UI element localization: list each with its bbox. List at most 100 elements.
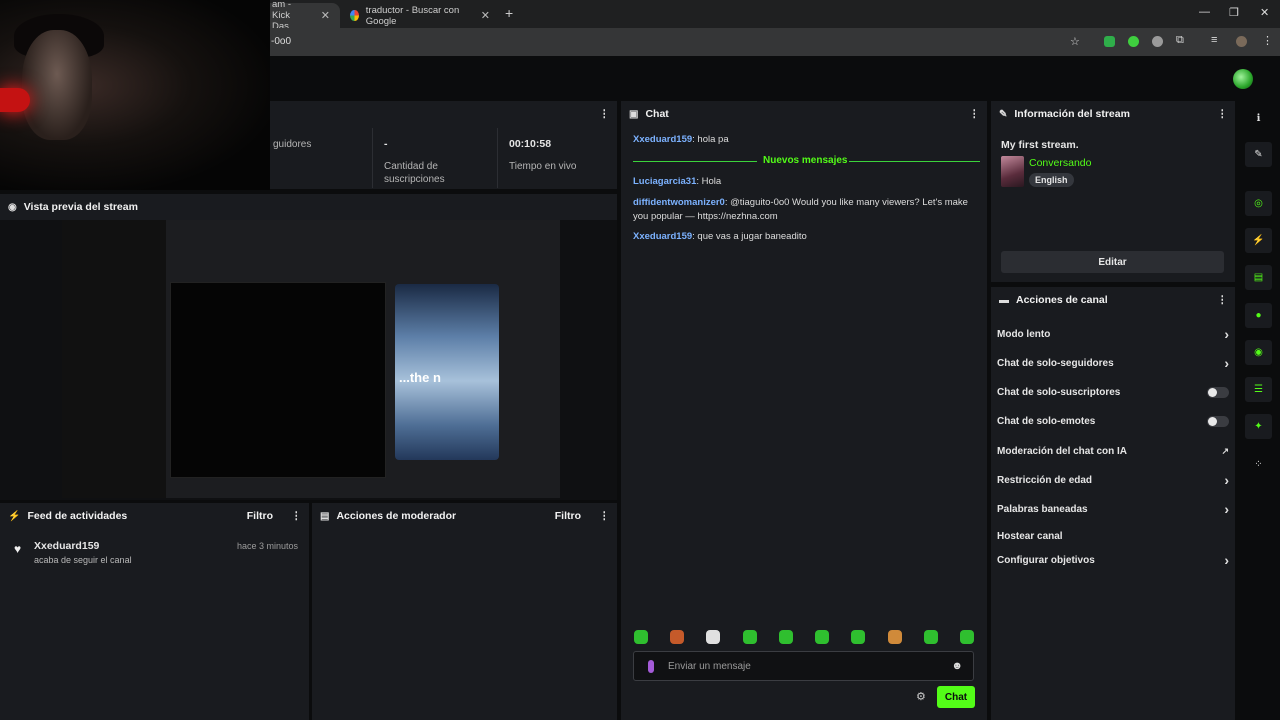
emoji-icon[interactable]: ☻ [951,660,963,672]
send-chat-button[interactable]: Chat [937,686,975,708]
tab-google-translate[interactable]: traductor - Buscar con Google ✕ [340,3,500,28]
subscriptions-value: - [384,138,388,150]
edit-icon[interactable]: ✎ [1245,142,1272,167]
stream-title: My first stream. [1001,139,1079,151]
minimize-button[interactable]: — [1199,6,1210,18]
chevron-right-icon[interactable]: › [1224,355,1229,371]
bookmark-star-icon[interactable]: ☆ [1070,35,1080,48]
emote-bar [634,630,974,646]
more-options-icon[interactable]: ⋮ [291,510,302,522]
emote-icon[interactable] [959,630,974,644]
extension-gray-icon[interactable] [1152,36,1163,47]
channel-action-item[interactable]: Modo lento › [997,325,1229,343]
emote-icon[interactable] [634,630,648,644]
bolt-icon[interactable]: ⚡ [1245,228,1272,253]
chat-username[interactable]: diffidentwomanizer0 [633,197,725,208]
live-time-value: 00:10:58 [509,138,552,150]
chat-text: : que vas a jugar baneadito [692,231,807,242]
close-icon[interactable]: ✕ [481,9,490,22]
new-messages-label: Nuevos mensajes [763,155,848,166]
channel-action-item[interactable]: Palabras baneadas › [997,500,1229,518]
more-options-icon[interactable]: ⋮ [1217,108,1228,120]
edit-stream-button[interactable]: Editar [1001,251,1224,273]
channel-action-item[interactable]: Configurar objetivos › [997,551,1229,569]
chat-username[interactable]: Luciagarcia31 [633,176,696,187]
channel-action-item[interactable]: Chat de solo-seguidores › [997,354,1229,372]
puzzle-icon[interactable]: ⧉ [1176,34,1184,47]
microphone-glow [0,88,30,112]
emote-icon[interactable] [742,630,757,644]
toggle-switch[interactable] [1207,386,1229,398]
more-options-icon[interactable]: ⋮ [599,108,610,120]
preview-overlay-text: ...the n [399,370,441,385]
toggle-switch[interactable] [1207,415,1229,427]
channel-action-item[interactable]: Chat de solo-emotes [997,412,1229,430]
extension-shield-icon[interactable] [1104,36,1115,47]
stream-category[interactable]: Conversando [1029,157,1091,169]
document-icon[interactable]: ▤ [1245,265,1272,290]
chat-username[interactable]: Xxeduard159 [633,134,692,145]
chat-message: Luciagarcia31: Hola [633,175,978,189]
channel-action-item[interactable]: Chat de solo-suscriptores [997,383,1229,401]
tab-kick-dashboard[interactable]: am - Kick Das ✕ [262,0,340,32]
chat-icon: ▣ [629,108,639,120]
feed-username[interactable]: Xxeduard159 [34,540,99,552]
channel-action-item[interactable]: Restricción de edad › [997,471,1229,489]
more-options-icon[interactable]: ⋮ [969,108,980,120]
chat-input[interactable]: Enviar un mensaje ☻ [633,651,974,681]
preview-phone-overlay: ...the n [395,284,499,460]
chevron-right-icon[interactable]: › [1224,501,1229,517]
wrench-icon[interactable]: ✦ [1245,414,1272,439]
emote-icon[interactable] [670,630,685,644]
pencil-icon: ✎ [999,108,1008,120]
chat-title: Chat [645,108,669,120]
broadcast-icon[interactable]: ◉ [1245,340,1272,365]
restore-button[interactable]: ❐ [1229,6,1239,19]
emote-icon[interactable] [923,630,938,644]
document-icon: ▤ [320,510,330,522]
chevron-right-icon[interactable]: › [1224,326,1229,342]
emote-icon[interactable] [706,630,721,644]
feed-title: Feed de actividades [27,510,128,522]
apps-icon[interactable]: ⁘ [1245,452,1272,477]
live-time-stat: 00:10:58 Tiempo en vivo [497,128,615,188]
chat-bubble-icon[interactable]: ● [1245,303,1272,328]
channel-action-item[interactable]: Moderación del chat con IA ↗ [997,442,1229,460]
more-options-icon[interactable]: ⋮ [599,510,610,522]
microphone-icon[interactable] [648,660,654,673]
more-options-icon[interactable]: ⋮ [1217,294,1228,306]
activity-feed-panel: ⚡ Feed de actividades Filtro ⋮ [0,503,309,720]
feed-filter-button[interactable]: Filtro [247,510,273,522]
chat-username[interactable]: Xxeduard159 [633,231,692,242]
channel-actions-title: Acciones de canal [1016,294,1108,306]
browser-menu-icon[interactable]: ⋮ [1262,34,1273,47]
info-icon[interactable]: ℹ [1245,106,1272,131]
channel-action-label: Configurar objetivos [997,554,1095,566]
chevron-right-icon[interactable]: › [1224,472,1229,488]
profile-avatar-icon[interactable] [1236,36,1247,47]
external-link-icon[interactable]: ↗ [1221,446,1229,457]
layout-icon[interactable]: ☰ [1245,377,1272,402]
preview-icon: ◉ [8,201,17,213]
user-avatar[interactable] [1233,69,1253,89]
mod-filter-button[interactable]: Filtro [555,510,581,522]
close-window-button[interactable]: ✕ [1260,6,1269,19]
extension-green-icon[interactable] [1128,36,1139,47]
media-icon[interactable]: ≡ [1211,34,1217,46]
channel-action-item[interactable]: Hostear canal [997,527,1229,545]
chat-settings-icon[interactable]: ⚙ [916,690,926,703]
emote-icon[interactable] [815,630,830,644]
chevron-right-icon[interactable]: › [1224,552,1229,568]
camera-icon[interactable]: ◎ [1245,191,1272,216]
new-messages-divider: Nuevos mensajes [633,155,980,169]
chat-text: : hola pa [692,134,729,145]
emote-icon[interactable] [778,630,793,644]
emote-icon[interactable] [851,630,866,644]
followers-label: guidores [273,139,312,150]
emote-icon[interactable] [887,630,902,644]
close-icon[interactable]: ✕ [321,9,330,22]
new-tab-button[interactable]: + [505,5,513,21]
chat-input-placeholder: Enviar un mensaje [668,661,751,672]
heart-icon: ♥ [14,542,22,556]
channel-action-label: Modo lento [997,328,1051,340]
